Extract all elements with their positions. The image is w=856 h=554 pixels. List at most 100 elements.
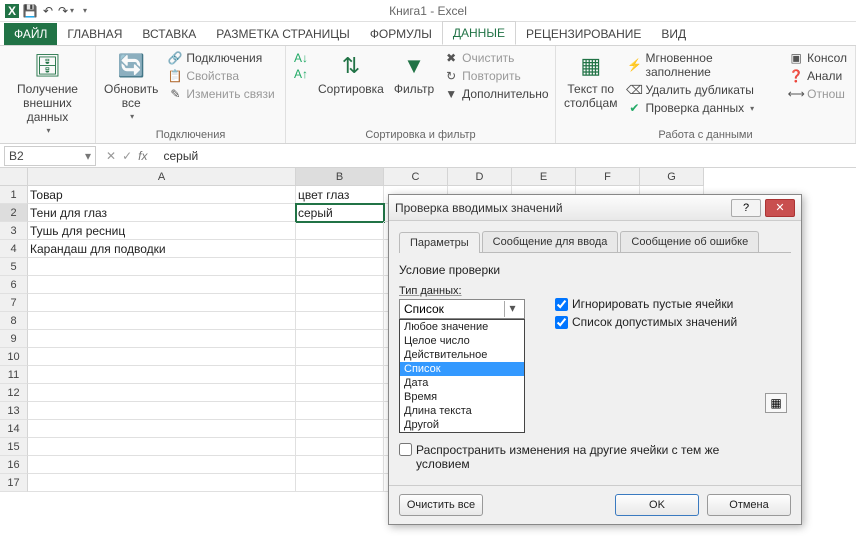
propagate-checkbox[interactable]: Распространить изменения на другие ячейк…	[399, 443, 791, 471]
row-header[interactable]: 3	[0, 222, 28, 240]
cell[interactable]	[296, 366, 384, 384]
clear-all-button[interactable]: Очистить все	[399, 494, 483, 516]
cell[interactable]	[28, 330, 296, 348]
advanced-filter-button[interactable]: ▼Дополнительно	[442, 86, 550, 102]
tab-data[interactable]: ДАННЫЕ	[442, 21, 516, 45]
type-combo[interactable]: Список ▾	[399, 299, 525, 319]
consolidate-button[interactable]: ▣Консол	[787, 50, 849, 66]
cell[interactable]	[296, 222, 384, 240]
col-header[interactable]: C	[384, 168, 448, 186]
cell[interactable]	[296, 240, 384, 258]
row-header[interactable]: 16	[0, 456, 28, 474]
row-header[interactable]: 14	[0, 420, 28, 438]
row-header[interactable]: 5	[0, 258, 28, 276]
range-picker-button[interactable]: ▦	[765, 393, 787, 413]
incell-dropdown-checkbox[interactable]: Список допустимых значений	[555, 315, 737, 329]
combo-option[interactable]: Время	[400, 390, 524, 404]
dropdown-icon[interactable]: ▾	[85, 149, 91, 163]
row-header[interactable]: 12	[0, 384, 28, 402]
flash-fill-button[interactable]: ⚡Мгновенное заполнение	[625, 50, 781, 80]
get-external-data-button[interactable]: 🗄 Получение внешних данных	[6, 50, 89, 137]
col-header[interactable]: E	[512, 168, 576, 186]
cell[interactable]	[296, 420, 384, 438]
tab-view[interactable]: ВИД	[651, 23, 696, 45]
checkbox-input[interactable]	[555, 316, 568, 329]
cell[interactable]	[28, 384, 296, 402]
combo-option[interactable]: Целое число	[400, 334, 524, 348]
cancel-button[interactable]: Отмена	[707, 494, 791, 516]
combo-option[interactable]: Любое значение	[400, 320, 524, 334]
formula-input[interactable]: серый	[159, 149, 856, 163]
close-button[interactable]: ✕	[765, 199, 795, 217]
sort-desc-button[interactable]: A↑	[292, 66, 310, 82]
cell[interactable]	[28, 312, 296, 330]
cell[interactable]	[28, 420, 296, 438]
qat-customize-icon[interactable]	[76, 3, 92, 19]
row-header[interactable]: 17	[0, 474, 28, 492]
cell[interactable]	[296, 276, 384, 294]
sort-asc-button[interactable]: A↓	[292, 50, 310, 66]
row-header[interactable]: 2	[0, 204, 28, 222]
col-header[interactable]: B	[296, 168, 384, 186]
row-header[interactable]: 6	[0, 276, 28, 294]
cancel-formula-icon[interactable]: ✕	[106, 149, 116, 163]
cell[interactable]	[296, 474, 384, 492]
accept-formula-icon[interactable]: ✓	[122, 149, 132, 163]
col-header[interactable]: G	[640, 168, 704, 186]
undo-icon[interactable]: ↶	[40, 3, 56, 19]
dialog-titlebar[interactable]: Проверка вводимых значений ? ✕	[389, 195, 801, 221]
cell[interactable]	[28, 258, 296, 276]
save-icon[interactable]: 💾	[22, 3, 38, 19]
cell[interactable]	[28, 438, 296, 456]
cell[interactable]	[296, 402, 384, 420]
tab-formulas[interactable]: ФОРМУЛЫ	[360, 23, 442, 45]
combo-option[interactable]: Другой	[400, 418, 524, 432]
tab-insert[interactable]: ВСТАВКА	[132, 23, 206, 45]
cell[interactable]	[296, 312, 384, 330]
filter-button[interactable]: ▼ Фильтр	[392, 50, 436, 98]
row-header[interactable]: 10	[0, 348, 28, 366]
row-header[interactable]: 11	[0, 366, 28, 384]
refresh-all-button[interactable]: 🔄 Обновить все	[102, 50, 160, 123]
cell[interactable]	[296, 294, 384, 312]
row-header[interactable]: 4	[0, 240, 28, 258]
cell[interactable]	[296, 384, 384, 402]
data-validation-button[interactable]: ✔Проверка данных	[625, 100, 756, 116]
col-header[interactable]: A	[28, 168, 296, 186]
cell[interactable]: Тушь для ресниц	[28, 222, 296, 240]
cell[interactable]	[296, 348, 384, 366]
cell[interactable]: Тени для глаз	[28, 204, 296, 222]
cell[interactable]	[28, 348, 296, 366]
text-to-columns-button[interactable]: ▦ Текст по столбцам	[562, 50, 619, 112]
whatif-button[interactable]: ❓Анали	[787, 68, 844, 84]
cell[interactable]	[296, 456, 384, 474]
tab-file[interactable]: ФАЙЛ	[4, 23, 57, 45]
checkbox-input[interactable]	[399, 443, 412, 456]
cell[interactable]	[28, 402, 296, 420]
cell[interactable]: Карандаш для подводки	[28, 240, 296, 258]
connections-button[interactable]: 🔗Подключения	[166, 50, 264, 66]
cell[interactable]	[28, 456, 296, 474]
col-header[interactable]: D	[448, 168, 512, 186]
sort-button[interactable]: ⇅ Сортировка	[316, 50, 386, 98]
tab-layout[interactable]: РАЗМЕТКА СТРАНИЦЫ	[206, 23, 360, 45]
cell[interactable]: Товар	[28, 186, 296, 204]
fx-icon[interactable]: fx	[138, 149, 147, 163]
checkbox-input[interactable]	[555, 298, 568, 311]
cell[interactable]: цвет глаз	[296, 186, 384, 204]
cell[interactable]	[28, 276, 296, 294]
cell[interactable]	[296, 330, 384, 348]
combo-option[interactable]: Длина текста	[400, 404, 524, 418]
combo-option[interactable]: Дата	[400, 376, 524, 390]
tab-review[interactable]: РЕЦЕНЗИРОВАНИЕ	[516, 23, 651, 45]
remove-duplicates-button[interactable]: ⌫Удалить дубликаты	[625, 82, 755, 98]
cell[interactable]	[28, 474, 296, 492]
combo-option[interactable]: Список	[400, 362, 524, 376]
ignore-blank-checkbox[interactable]: Игнорировать пустые ячейки	[555, 297, 737, 311]
tab-home[interactable]: ГЛАВНАЯ	[57, 23, 132, 45]
cell[interactable]: серый	[296, 204, 384, 222]
dialog-tab-errmsg[interactable]: Сообщение об ошибке	[620, 231, 759, 252]
help-button[interactable]: ?	[731, 199, 761, 217]
col-header[interactable]: F	[576, 168, 640, 186]
redo-icon[interactable]: ↷	[58, 3, 74, 19]
